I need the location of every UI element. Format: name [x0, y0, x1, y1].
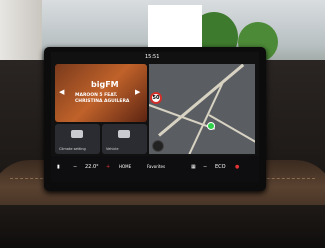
speed-limit-sign: 50 [150, 92, 162, 104]
bottom-control-bar: ▮ − 22.0° + HOME Favorites ▦ − ECO ● [51, 156, 259, 182]
temperature-value: 22.0° [85, 164, 99, 170]
fan-icon[interactable]: ▦ [191, 164, 196, 170]
seat-heat-icon[interactable]: ▮ [57, 164, 60, 170]
navigation-map[interactable] [149, 64, 255, 154]
search-icon[interactable] [152, 140, 164, 152]
tile-climate[interactable]: Climate setting [55, 124, 100, 154]
temp-plus-button[interactable]: + [106, 164, 110, 170]
infotainment-screen: 15:51 bigFM MAROON 5 FEAT. CHRISTINA AGU… [51, 52, 259, 182]
station-logo: bigFM [91, 80, 119, 89]
previous-icon[interactable]: ◀ [59, 88, 64, 96]
tile-vehicle[interactable]: Vehicle [102, 124, 147, 154]
eco-button[interactable]: ECO [215, 164, 226, 170]
position-marker-icon [207, 122, 215, 130]
hazard-icon[interactable]: ● [235, 164, 239, 170]
tile-label: Vehicle [106, 147, 119, 151]
status-bar: 15:51 [51, 52, 259, 62]
temp-minus-button[interactable]: − [73, 164, 77, 170]
favorites-button[interactable]: Favorites [147, 164, 165, 169]
tile-label: Climate setting [59, 147, 86, 151]
fan-minus-button[interactable]: − [203, 164, 207, 170]
car-icon [71, 130, 83, 138]
car-interior-photo: 15:51 bigFM MAROON 5 FEAT. CHRISTINA AGU… [0, 0, 325, 248]
shortcut-tiles: Climate setting Vehicle [55, 124, 147, 154]
media-widget[interactable]: bigFM MAROON 5 FEAT. CHRISTINA AGUILERA … [55, 64, 147, 122]
lower-console [0, 205, 325, 248]
map-road [208, 114, 255, 146]
track-artist: MAROON 5 FEAT. [75, 93, 118, 98]
next-icon[interactable]: ▶ [135, 88, 140, 96]
seat-icon [118, 130, 130, 138]
track-title: CHRISTINA AGUILERA [75, 99, 130, 104]
redaction-box [148, 5, 202, 47]
clock: 15:51 [145, 54, 160, 60]
home-button[interactable]: HOME [119, 164, 131, 169]
